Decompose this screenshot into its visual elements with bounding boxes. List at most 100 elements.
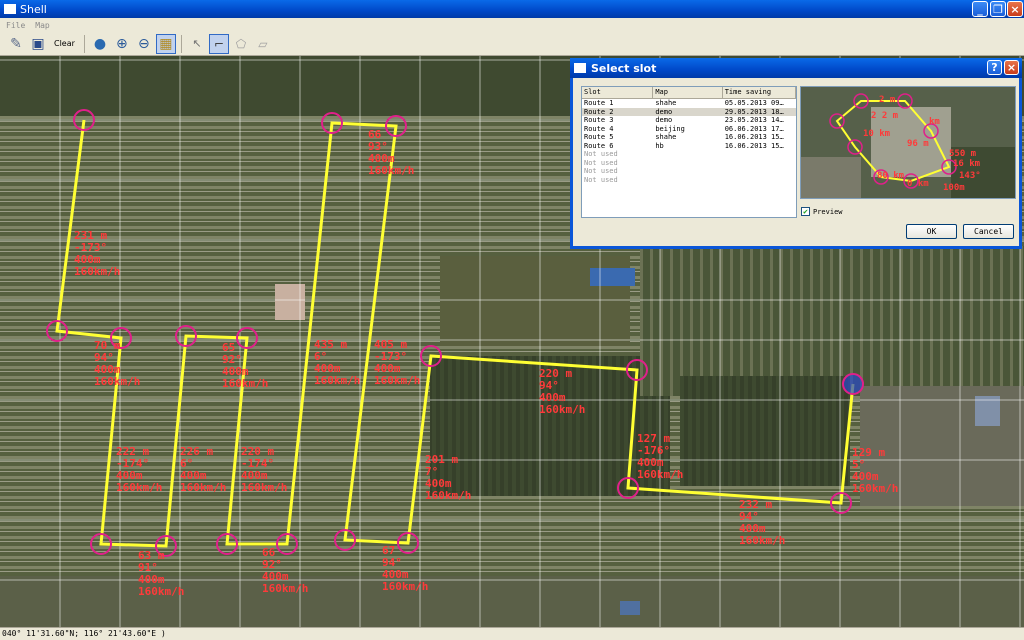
slot-row[interactable]: Route 5 shahe 16.06.2013 15… [582,133,796,142]
preview-route-label: 96 m [907,139,929,149]
route-label-line: 160km/h [539,403,586,416]
slot-list-header: Slot Map Time saving [582,87,796,99]
preview-route-label: 0 km [907,179,929,189]
dialog-icon [574,63,586,73]
route-segment-label: 127 m -176° 400m 160km/h [637,433,683,481]
slot-cell-map: shahe [655,99,677,107]
slot-cell-time: 29.05.2013 18… [724,107,784,116]
route-label-line: 160km/h [368,164,415,177]
route-label-line: 160km/h [374,374,421,387]
column-header-time[interactable]: Time saving [723,87,796,98]
route-segment-label: 66 92° 400m 160km/h [262,547,308,595]
slot-cell-time [723,167,796,176]
route-label-line: 160km/h [74,265,121,278]
route-label-line: 160km/h [314,374,361,387]
slot-cell-map: shahe [655,133,677,141]
route-label-line: 160km/h [138,585,185,598]
slot-row[interactable]: Not used [582,150,796,159]
preview-checkbox[interactable]: ✔ Preview [801,207,843,216]
slot-row[interactable]: Not used [582,159,796,168]
slot-cell-slot: Not used [584,175,618,184]
route-segment-label: 65 92° 400m 160km/h [222,342,268,390]
column-header-map[interactable]: Map [653,87,723,98]
clear-button[interactable]: Clear [50,34,79,54]
grid-icon: ▦ [159,35,173,52]
ok-button[interactable]: OK [906,224,957,239]
dialog-help-button[interactable]: ? [987,60,1002,75]
slot-rows: Route 1 shahe 05.05.2013 09… Route 2 demo 29.… [582,99,796,184]
toolbar-separator [180,34,182,53]
route-segment-label: 66 93° 400m 160km/h [368,129,414,177]
toolbar-separator [83,34,85,53]
preview-route-label: 2 2 m [871,111,899,121]
waypoint-marker-active[interactable] [842,373,864,395]
select-slot-dialog: Select slot ? × Slot Map Time saving Rou… [570,58,1022,249]
coordinate-readout: 040° 11'31.60"N; 116° 21'43.60"E ) [2,629,166,638]
route-label-line: 160km/h [116,481,163,494]
status-bar: 040° 11'31.60"N; 116° 21'43.60"E ) [0,627,1024,640]
route-label-line: 160km/h [637,468,684,481]
zoom-in-button[interactable]: ⊕ [112,34,132,54]
slot-row[interactable]: Route 3 demo 23.05.2013 14… [582,116,796,125]
menu-file[interactable]: File [6,21,25,30]
pointer-button[interactable]: ↖ [187,34,207,54]
slot-row[interactable]: Route 4 beijing 06.06.2013 17… [582,125,796,134]
route-tool-button[interactable]: ⌐ [208,33,229,54]
slot-cell-slot: Route 5 [584,133,614,141]
slot-cell-map: beijing [655,124,685,133]
route-segment-label: 129 m 5° 400m 160km/h [852,447,898,495]
slot-cell-map: demo [655,116,673,124]
route-segment-label: 220 m 94° 400m 160km/h [539,368,585,416]
route-segment-label: 435 m 6° 400m 160km/h [314,339,360,387]
column-header-slot[interactable]: Slot [582,87,654,98]
slot-cell-map: demo [655,107,673,116]
slot-cell-time: 05.05.2013 09… [724,99,784,107]
slot-cell-slot: Route 4 [584,124,614,133]
slot-row[interactable]: Not used [582,176,796,185]
window-title: Shell [20,2,47,16]
slot-cell-time: 23.05.2013 14… [724,116,784,124]
window-title-bar: Shell [0,0,1024,18]
slot-row[interactable]: Not used [582,167,796,176]
slot-cell-map [653,167,722,176]
route-label-line: 160km/h [241,481,288,494]
ruler-tool-button[interactable]: ▱ [253,34,273,54]
open-button[interactable]: ✎ [6,34,26,54]
zoom-out-button[interactable]: ⊖ [134,34,154,54]
slot-cell-time: 16.06.2013 15… [724,133,784,141]
slot-cell-time [723,159,796,168]
save-button[interactable]: ▣ [28,34,48,54]
menu-map[interactable]: Map [35,21,49,30]
route-segment-label: 220 m -174° 400m 160km/h [241,446,287,494]
preview-terrain [801,157,861,198]
globe-button[interactable]: ● [90,34,110,54]
route-segment-label: 226 m 6° 400m 160km/h [180,446,226,494]
dialog-close-button[interactable]: × [1004,60,1019,75]
polygon-tool-button[interactable]: ⬠ [231,34,251,54]
slot-row[interactable]: Route 2 demo 29.05.2013 18… [582,107,796,116]
preview-route-label: 100m [943,183,965,193]
pointer-icon: ↖ [192,36,202,50]
slot-cell-slot: Not used [584,150,618,158]
slot-cell-slot: Route 2 [584,107,614,116]
open-icon: ✎ [10,35,22,52]
slot-list[interactable]: Slot Map Time saving Route 1 shahe 05.05.2… [581,86,797,218]
menu-bar: File Map [0,18,1024,32]
polygon-icon: ⬠ [235,36,247,51]
restore-button[interactable]: ❐ [990,1,1006,17]
zoom-in-icon: ⊕ [116,35,128,52]
route-segment-label: 231 m -173° 400m 160km/h [74,230,120,278]
grid-toggle-button[interactable]: ▦ [155,33,176,54]
building [590,268,635,286]
close-button[interactable]: × [1007,1,1023,17]
minimize-button[interactable]: _ [972,1,988,17]
cancel-button[interactable]: Cancel [963,224,1014,239]
preview-route-label: km [929,117,940,127]
save-icon: ▣ [31,35,45,52]
route-segment-label: 63 m 91° 400m 160km/h [138,550,184,598]
route-label-line: 160km/h [94,375,141,388]
slot-cell-time [723,150,796,159]
preview-checkbox-label: Preview [813,207,843,216]
slot-row[interactable]: Route 1 shahe 05.05.2013 09… [582,99,796,108]
slot-row[interactable]: Route 6 hb 16.06.2013 15… [582,142,796,151]
